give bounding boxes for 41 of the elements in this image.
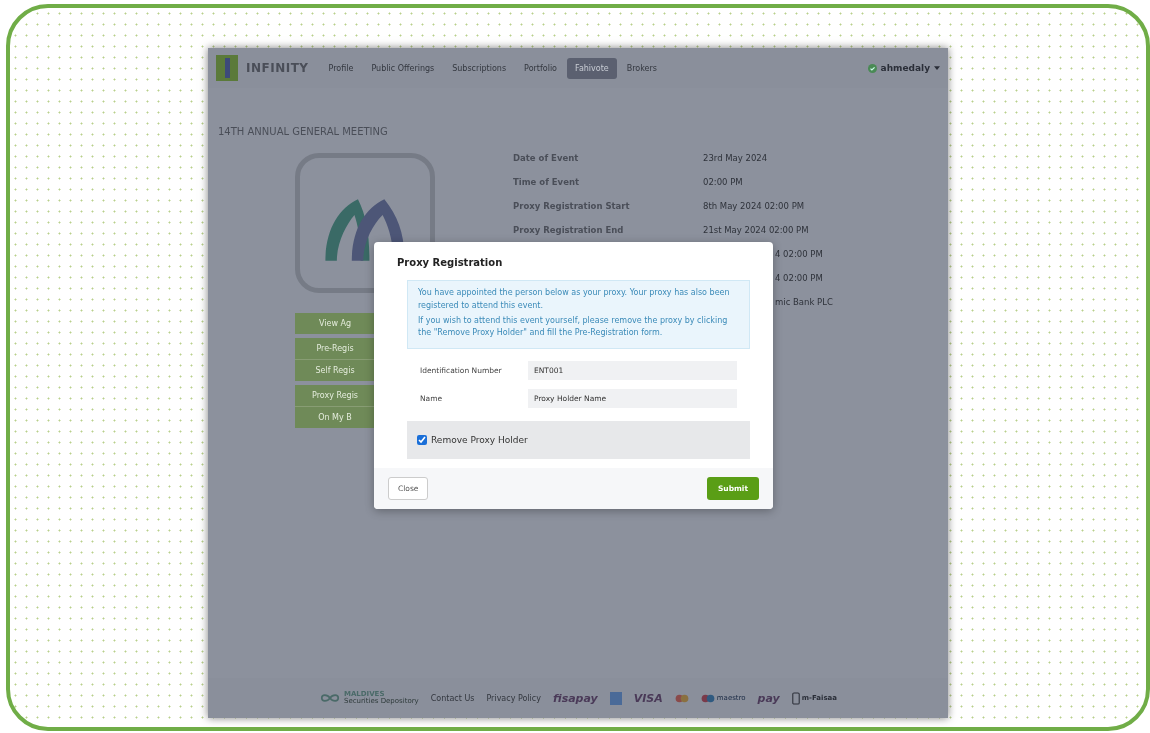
checkbox[interactable]: [417, 435, 427, 446]
alert-text: If you wish to attend this event yourself, please remove the proxy by clicking the "Remove Proxy Holder" and fill the Pre-Registration form.: [418, 314, 729, 340]
detail-value: 21st May 2024 02:00 PM: [703, 225, 809, 237]
brand-name[interactable]: INFINITY: [246, 61, 309, 75]
nav-link[interactable]: Profile: [320, 57, 362, 79]
action-button[interactable]: Pre-Regis Self Regis: [295, 338, 375, 381]
caret-icon[interactable]: [934, 66, 940, 70]
nav-link[interactable]: Subscriptions: [444, 57, 515, 79]
alert-text: You have appointed the person below as your proxy. Your proxy has also been registered to attend this event.: [418, 287, 731, 312]
nav-link[interactable]: Portfolio: [516, 57, 565, 79]
nav-link[interactable]: Public Offerings: [363, 57, 443, 79]
detail-value: 4 02:00 PM: [775, 273, 823, 285]
payment-logo: VISA: [633, 691, 663, 705]
detail-label: Proxy Registration End: [513, 225, 625, 237]
check-circle-icon: [867, 63, 877, 73]
modal-title: Proxy Registration: [397, 257, 504, 268]
infinity-logo-icon: [318, 692, 341, 704]
detail-value: mic Bank PLC: [775, 297, 833, 309]
detail-value: 8th May 2024 02:00 PM: [703, 201, 805, 213]
user-menu[interactable]: ahmedaly: [880, 63, 930, 73]
detail-value: 02:00 PM: [703, 177, 743, 189]
detail-label: Proxy Registration Start: [513, 201, 631, 213]
circles-logo-icon: [674, 693, 689, 703]
nav-link[interactable]: Brokers: [618, 57, 665, 79]
checkbox-label[interactable]: Remove Proxy Holder: [431, 435, 528, 446]
circles-logo-icon: [700, 693, 715, 703]
detail-value: 23rd May 2024: [703, 153, 768, 165]
logo-icon: [216, 55, 238, 81]
event-title: 14TH ANNUAL GENERAL MEETING: [218, 126, 389, 137]
action-button[interactable]: View Ag: [295, 313, 375, 334]
phone-icon: [791, 691, 800, 705]
detail-label: Date of Event: [513, 153, 580, 165]
card-logo-icon: [609, 691, 622, 705]
footer-link[interactable]: Privacy Policy: [486, 693, 541, 703]
footer-link[interactable]: Contact Us: [430, 693, 475, 703]
payment-logo: pay: [757, 691, 780, 705]
detail-value: 4 02:00 PM: [775, 249, 823, 261]
action-button[interactable]: Proxy Regis On My B: [295, 385, 375, 428]
detail-label: Time of Event: [513, 177, 581, 189]
nav-link[interactable]: Fahivote: [567, 57, 617, 79]
payment-logo: fisapay: [552, 691, 598, 705]
